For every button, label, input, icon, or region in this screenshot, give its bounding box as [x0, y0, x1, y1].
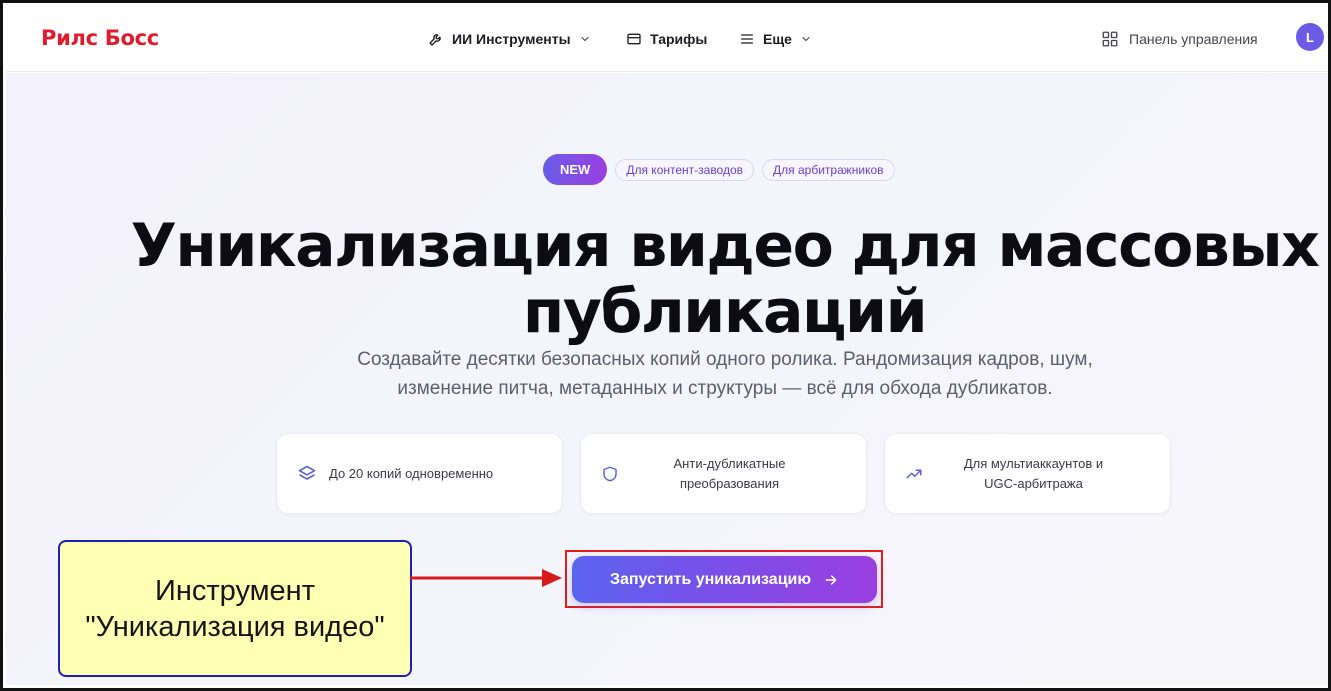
page-title: Уникализация видео для массовых публикац…	[6, 211, 1328, 347]
nav-more-label: Еще	[763, 31, 792, 47]
badge-row: NEW Для контент-заводов Для арбитражнико…	[543, 154, 895, 185]
feature-text: Анти-дубликатные преобразования	[623, 454, 846, 494]
trending-icon	[905, 465, 927, 483]
page-subtitle-line: изменение питча, метаданных и структуры …	[397, 378, 1053, 399]
menu-icon	[741, 34, 753, 44]
nav-more[interactable]: Еще	[739, 28, 812, 50]
annotation-callout: Инструмент "Уникализация видео"	[58, 540, 412, 677]
shield-icon	[601, 465, 623, 483]
feature-text-line: Для мультиаккаунтов и	[963, 455, 1104, 471]
feature-text-line: Анти-дубликатные	[673, 455, 786, 471]
page-frame: Рилс Босс ИИ Инструменты Тарифы Еще Пане…	[0, 0, 1331, 691]
audience-tag: Для арбитражников	[762, 158, 895, 181]
new-badge: NEW	[543, 154, 608, 185]
dashboard-link[interactable]: Панель управления	[1101, 28, 1258, 50]
feature-text-line: До 20 копий одновременно	[329, 465, 494, 481]
brand-logo[interactable]: Рилс Босс	[41, 26, 159, 50]
audience-tag: Для контент-заводов	[615, 158, 755, 181]
page-subtitle: Создавайте десятки безопасных копий одно…	[306, 345, 1144, 403]
page-title-line: Уникализация видео для массовых	[130, 211, 1320, 281]
callout-line: Инструмент	[155, 574, 315, 607]
chevron-down-icon	[802, 36, 810, 42]
feature-text: Для мультиаккаунтов и UGC-арбитража	[927, 454, 1150, 494]
card-icon	[627, 33, 641, 45]
nav-pricing[interactable]: Тарифы	[626, 28, 707, 50]
feature-text-line: UGC-арбитража	[984, 475, 1083, 491]
layers-icon	[297, 464, 319, 484]
arrow-right-icon	[825, 574, 837, 585]
page-subtitle-line: Создавайте десятки безопасных копий одно…	[357, 349, 1093, 370]
wrench-icon	[429, 34, 441, 46]
nav-pricing-label: Тарифы	[650, 31, 708, 47]
feature-text-line: преобразования	[679, 475, 779, 491]
callout-arrow-icon	[410, 569, 562, 587]
chevron-down-icon	[581, 36, 589, 42]
grid-icon	[1102, 31, 1118, 47]
feature-card: Анти-дубликатные преобразования	[580, 433, 867, 514]
feature-text: До 20 копий одновременно	[319, 464, 542, 484]
top-navbar: Рилс Босс ИИ Инструменты Тарифы Еще Пане…	[6, 6, 1328, 72]
nav-ai-tools-label: ИИ Инструменты	[452, 31, 571, 47]
feature-card: Для мультиаккаунтов и UGC-арбитража	[884, 433, 1171, 514]
page-title-line: публикаций	[522, 277, 928, 347]
feature-card: До 20 копий одновременно	[276, 433, 563, 514]
start-uniqualization-button[interactable]: Запустить уникализацию	[572, 556, 877, 603]
cta-label: Запустить уникализацию	[609, 570, 812, 588]
avatar[interactable]: L	[1296, 23, 1324, 51]
dashboard-label: Панель управления	[1129, 31, 1258, 47]
callout-line: "Уникализация видео"	[85, 610, 385, 643]
nav-ai-tools[interactable]: ИИ Инструменты	[428, 28, 591, 50]
